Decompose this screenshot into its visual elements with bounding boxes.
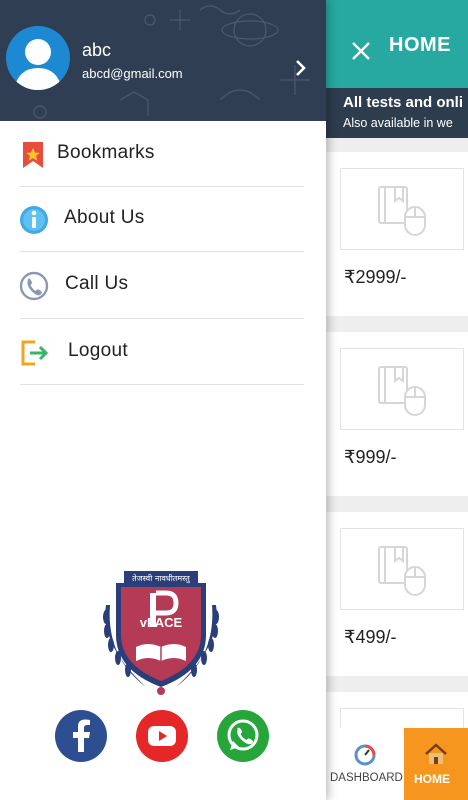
banner-line-2: Also available in we	[343, 116, 453, 130]
menu-item-label: About Us	[64, 207, 145, 228]
course-price: ₹499/-	[344, 627, 397, 647]
course-card[interactable]	[326, 692, 468, 738]
menu-item-logout[interactable]: Logout	[0, 319, 326, 384]
course-card[interactable]: ₹499/-	[326, 512, 468, 676]
facebook-icon[interactable]	[55, 710, 107, 762]
book-mouse-icon	[378, 186, 426, 236]
drawer-header[interactable]: abc abcd@gmail.com	[0, 0, 326, 121]
divider	[20, 384, 304, 385]
user-email: abcd@gmail.com	[82, 66, 183, 81]
course-price: ₹999/-	[344, 447, 397, 467]
course-thumbnail	[340, 528, 464, 610]
close-icon[interactable]	[348, 38, 374, 64]
course-card[interactable]: ₹999/-	[326, 332, 468, 496]
course-thumbnail	[340, 348, 464, 430]
user-name: abc	[82, 40, 112, 60]
bookmark-icon	[23, 142, 43, 168]
info-icon	[20, 206, 48, 234]
house-icon	[425, 743, 447, 764]
chevron-right-icon[interactable]	[294, 58, 308, 78]
nav-home-label: HOME	[414, 772, 450, 786]
menu-item-label: Logout	[68, 340, 128, 361]
navigation-drawer: abc abcd@gmail.com Bookmarks About Us Ca…	[0, 0, 326, 800]
avatar	[6, 26, 70, 90]
menu-item-bookmarks[interactable]: Bookmarks	[0, 122, 326, 187]
user-silhouette-icon	[14, 39, 62, 90]
book-mouse-icon	[378, 546, 426, 596]
menu-item-label: Call Us	[65, 273, 129, 294]
whatsapp-icon[interactable]	[217, 710, 269, 762]
course-card[interactable]: ₹2999/-	[326, 152, 468, 316]
banner-line-1: All tests and onli	[343, 94, 464, 111]
youtube-icon[interactable]	[136, 710, 188, 762]
course-price: ₹2999/-	[344, 267, 407, 287]
vpace-logo: तेजस्वी नावधीतमस्तु vPACE	[103, 571, 219, 695]
book-mouse-icon	[378, 366, 426, 416]
page-title: HOME	[389, 34, 451, 56]
course-thumbnail	[340, 168, 464, 250]
bottom-navigation: DASHBOARD HOME	[326, 728, 468, 800]
gauge-icon	[354, 744, 376, 766]
nav-home[interactable]: HOME	[404, 728, 468, 800]
logout-icon	[21, 340, 49, 366]
menu-item-call-us[interactable]: Call Us	[0, 252, 326, 317]
nav-dashboard-label: DASHBOARD	[330, 772, 403, 784]
logo-wordmark: vPACE	[140, 615, 183, 630]
logo-tagline: तेजस्वी नावधीतमस्तु	[132, 573, 191, 584]
phone-icon	[19, 271, 49, 301]
nav-dashboard[interactable]: DASHBOARD	[326, 728, 404, 800]
menu-item-label: Bookmarks	[57, 142, 155, 163]
menu-item-about-us[interactable]: About Us	[0, 187, 326, 252]
